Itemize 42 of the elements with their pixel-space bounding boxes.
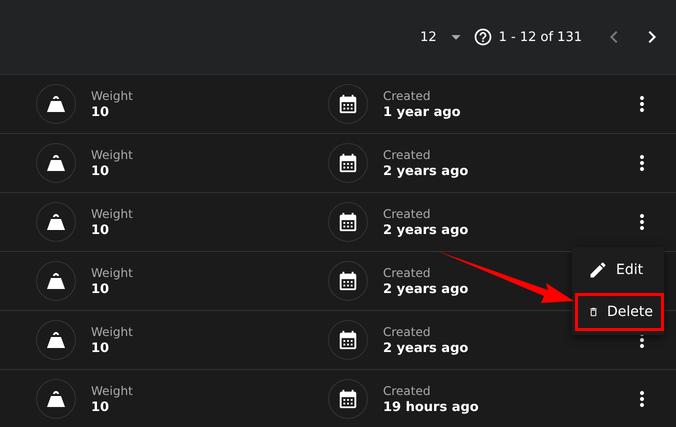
created-label: Created: [383, 148, 432, 162]
calendar-icon: [337, 329, 359, 351]
created-value: 2 years ago: [383, 340, 468, 356]
created-label: Created: [383, 88, 432, 102]
created-value: 19 hours ago: [383, 400, 479, 414]
menu-item[interactable]: Edit: [575, 251, 664, 289]
created-label: Created: [383, 324, 432, 338]
weight-icon: [46, 272, 66, 290]
weight-label: Weight: [91, 384, 133, 398]
calendar-icon: [337, 93, 359, 115]
weight-icon: [46, 390, 66, 408]
created-value: 2 years ago: [383, 164, 468, 178]
weight-icon: [46, 154, 66, 172]
created-label: Created: [383, 384, 432, 398]
created-label: Created: [383, 266, 432, 280]
weight-value: 10: [91, 222, 110, 238]
created-label: Created: [383, 206, 432, 220]
weight-icon: [46, 331, 66, 349]
weight-icon: [46, 95, 66, 113]
page-size-value[interactable]: 12: [420, 30, 437, 44]
weight-label: Weight: [91, 324, 133, 338]
calendar-icon: [337, 270, 359, 292]
weight-value: 10: [91, 400, 110, 414]
weight-value: 10: [91, 104, 110, 120]
created-value: 2 years ago: [383, 282, 468, 296]
created-value: 1 year ago: [383, 104, 461, 120]
weight-value: 10: [91, 164, 110, 178]
weight-value: 10: [91, 282, 110, 296]
weight-label: Weight: [91, 266, 133, 280]
weight-label: Weight: [91, 88, 133, 102]
weight-label: Weight: [91, 206, 133, 220]
weight-value: 10: [91, 340, 110, 356]
pencil-icon: [588, 260, 608, 280]
help-icon[interactable]: [472, 27, 493, 47]
weight-label: Weight: [91, 148, 133, 162]
pagination-range: 1 - 12 of 131: [498, 30, 582, 44]
created-value: 2 years ago: [383, 222, 468, 238]
calendar-icon: [337, 152, 359, 174]
menu-item[interactable]: Delete: [575, 293, 664, 331]
calendar-icon: [337, 211, 359, 233]
calendar-icon: [337, 388, 359, 410]
weight-icon: [46, 213, 66, 231]
